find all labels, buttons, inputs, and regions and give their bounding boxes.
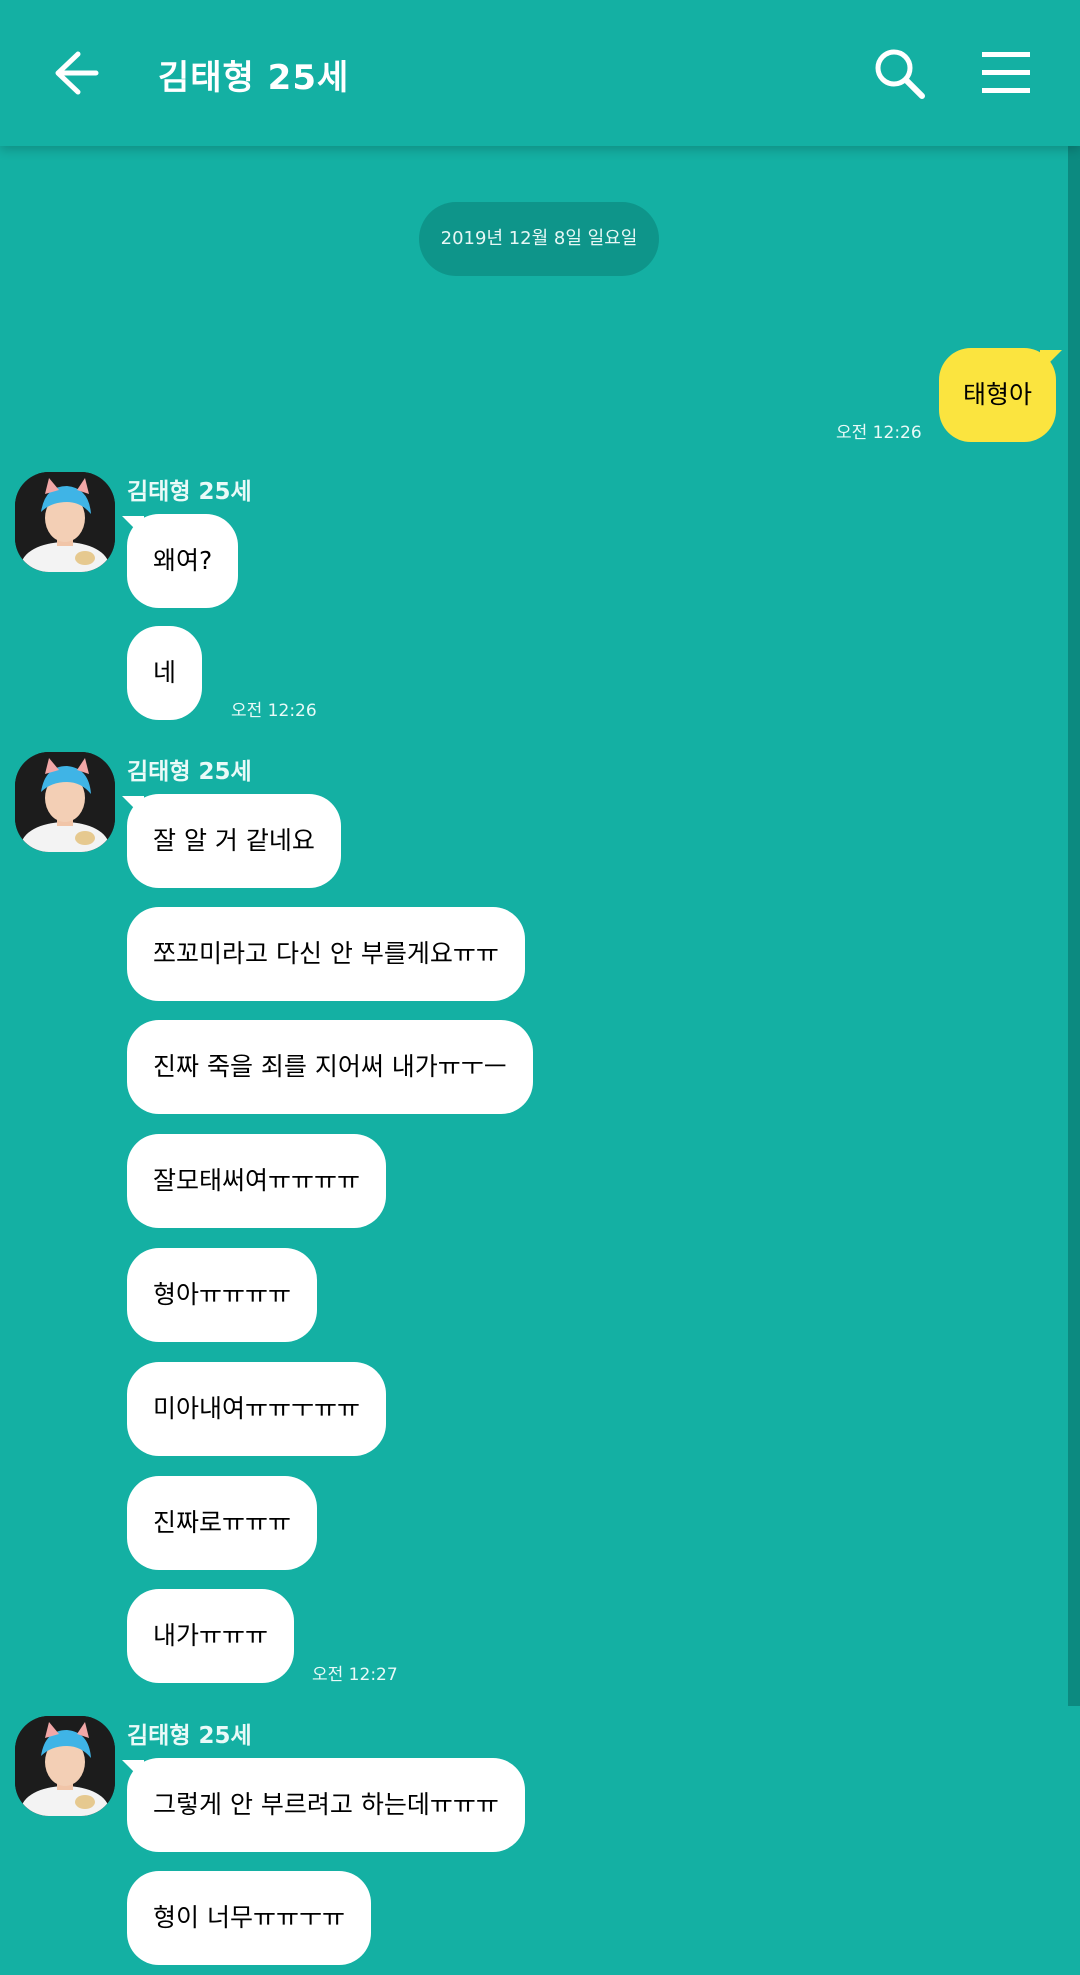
chat-header: 김태형 25세 <box>0 0 1080 146</box>
profile-photo-icon <box>15 472 115 572</box>
message-bubble[interactable]: 형이 너무ㅠㅠㅜㅠ <box>127 1871 371 1965</box>
avatar[interactable] <box>15 1716 115 1816</box>
avatar[interactable] <box>15 752 115 852</box>
search-icon[interactable] <box>872 46 928 102</box>
message-bubble[interactable]: 잘모태써여ㅠㅠㅠㅠ <box>127 1134 387 1228</box>
message-time: 오전 12:26 <box>231 701 317 721</box>
message-time: 오전 12:27 <box>312 1665 398 1685</box>
message-bubble[interactable]: 미아내여ㅠㅠㅜㅠㅠ <box>127 1362 387 1456</box>
message-bubble[interactable]: 쪼꼬미라고 다신 안 부를게요ㅠㅠ <box>127 907 525 1001</box>
arrow-left-icon[interactable] <box>48 46 102 100</box>
hamburger-menu-icon[interactable] <box>980 48 1032 98</box>
message-bubble[interactable]: 진짜 죽을 죄를 지어써 내가ㅠㅜㅡ <box>127 1020 533 1114</box>
profile-photo-icon <box>15 752 115 852</box>
message-bubble[interactable]: 내가ㅠㅠㅠ <box>127 1589 295 1683</box>
message-bubble[interactable]: 그렇게 안 부르려고 하는데ㅠㅠㅠ <box>127 1758 525 1852</box>
scrollbar[interactable] <box>1068 146 1080 1706</box>
message-bubble[interactable]: 형아ㅠㅠㅠㅠ <box>127 1248 318 1342</box>
message-bubble[interactable]: 왜여? <box>127 514 239 608</box>
date-divider: 2019년 12월 8일 일요일 <box>419 202 659 276</box>
sender-name: 김태형 25세 <box>127 1723 252 1749</box>
chat-title: 김태형 25세 <box>158 58 350 98</box>
avatar[interactable] <box>15 472 115 572</box>
message-time: 오전 12:26 <box>836 423 922 443</box>
sender-name: 김태형 25세 <box>127 759 252 785</box>
message-bubble[interactable]: 진짜로ㅠㅠㅠ <box>127 1476 318 1570</box>
my-message-bubble[interactable]: 태형아 <box>938 348 1056 442</box>
profile-photo-icon <box>15 1716 115 1816</box>
message-bubble[interactable]: 네 <box>127 626 203 720</box>
message-bubble[interactable]: 잘 알 거 같네요 <box>127 794 341 888</box>
sender-name: 김태형 25세 <box>127 479 252 505</box>
